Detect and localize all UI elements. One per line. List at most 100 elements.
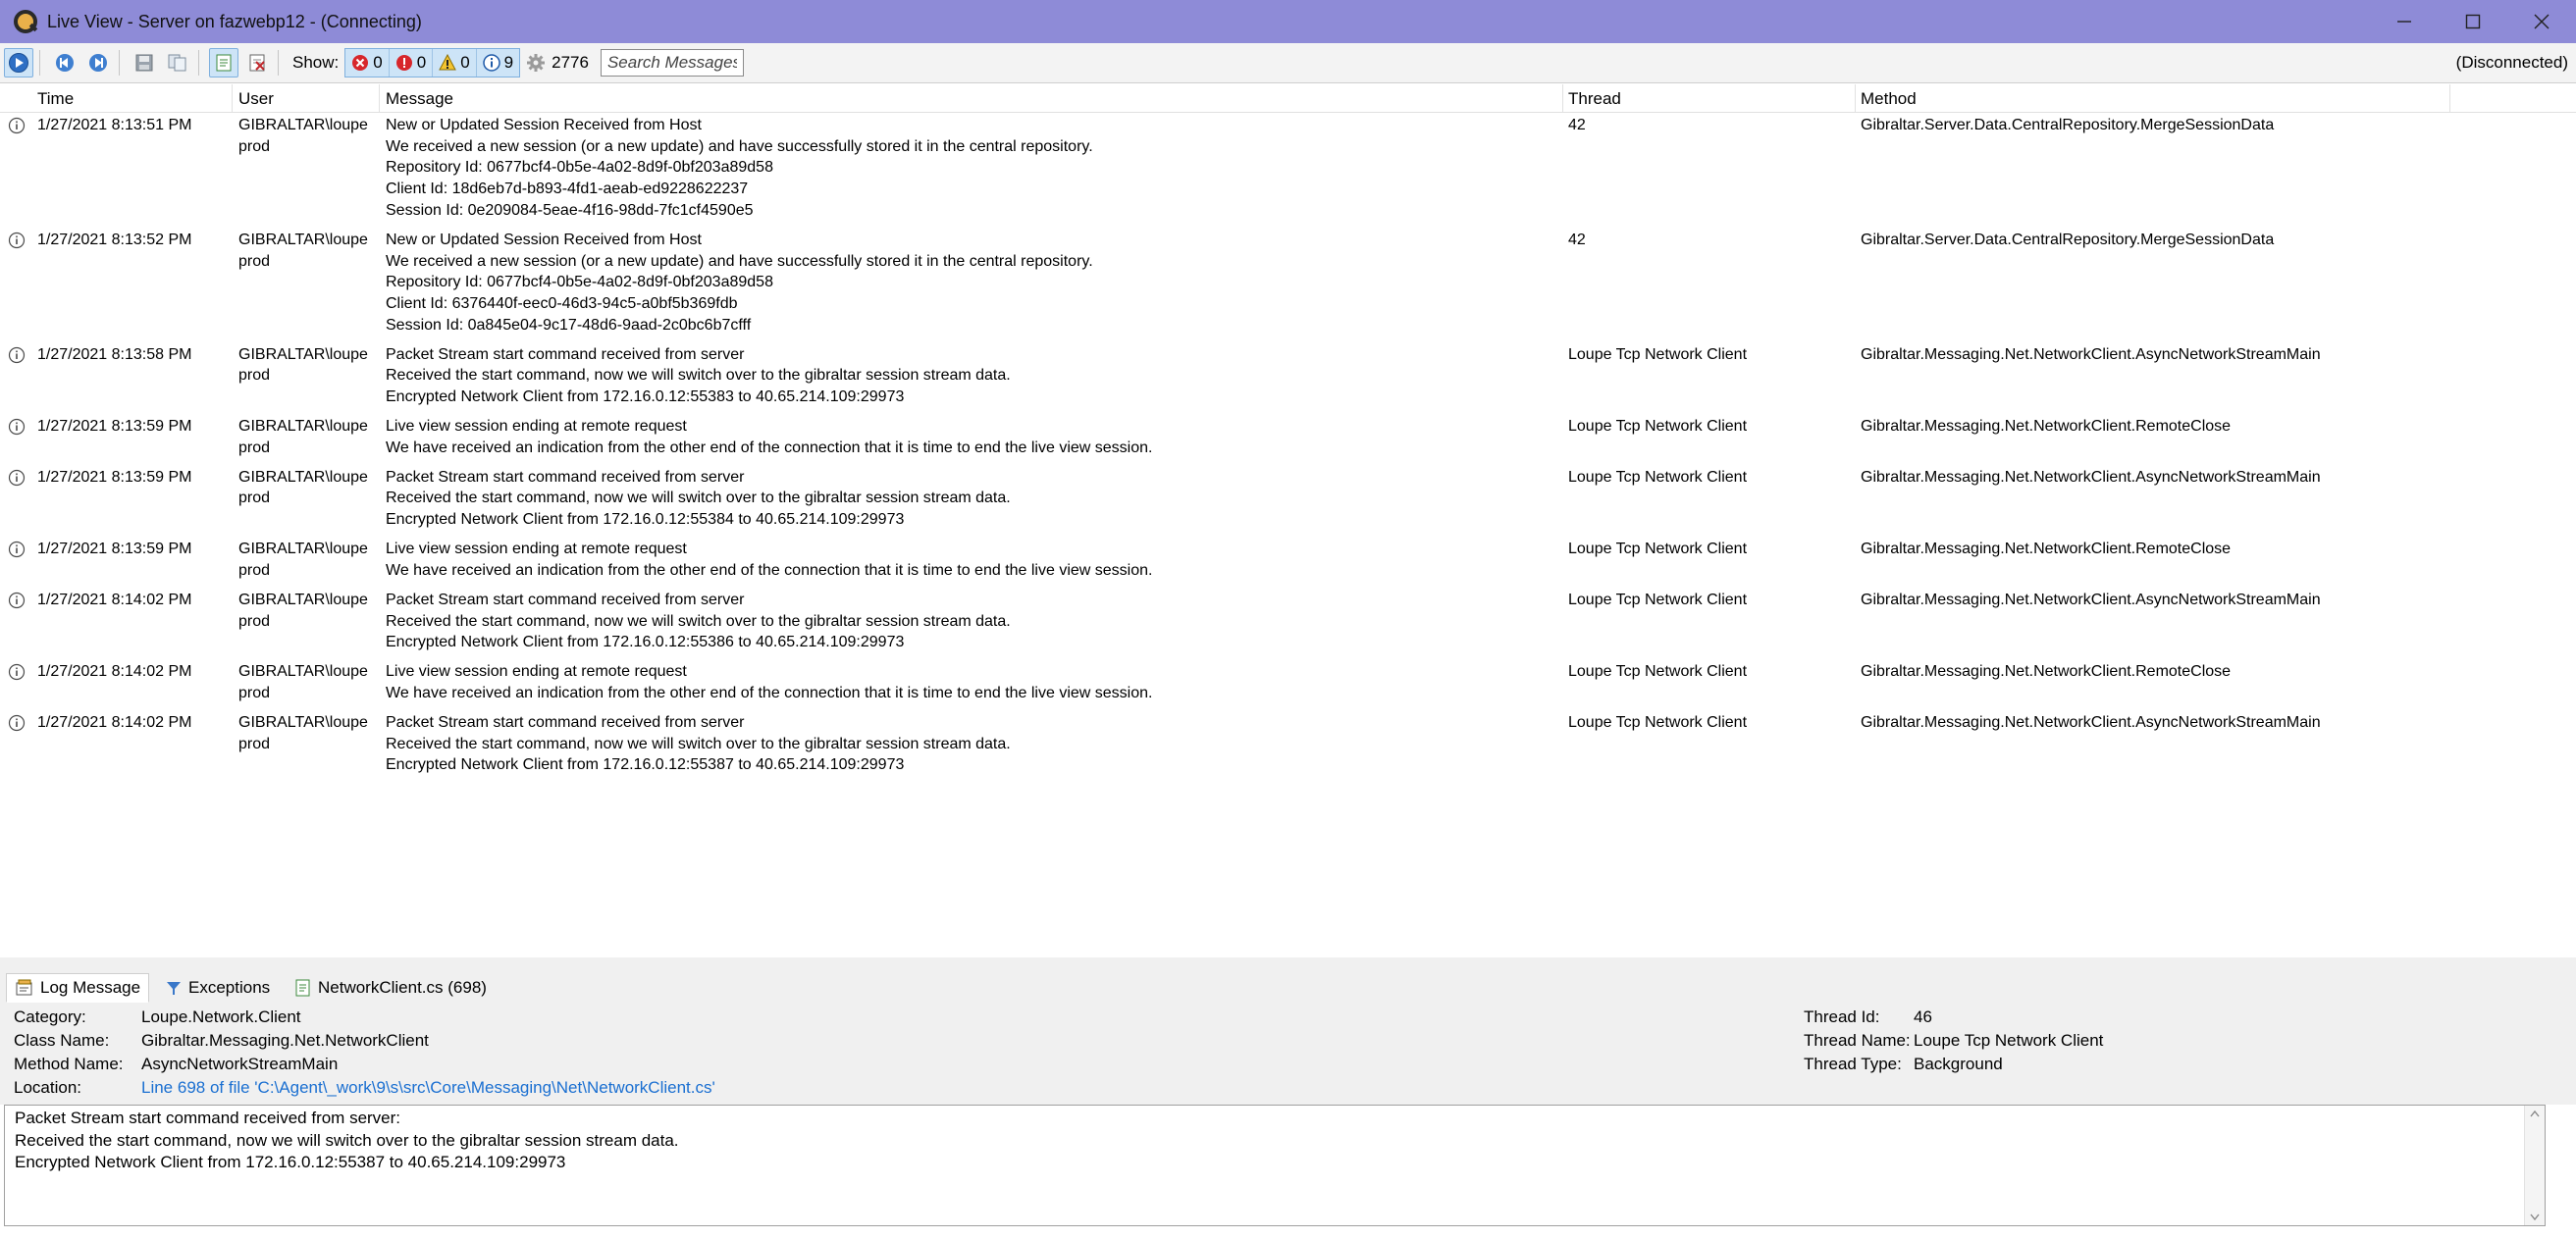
cell-method: Gibraltar.Server.Data.CentralRepository.… xyxy=(1861,231,2275,248)
skip-back-icon xyxy=(56,54,74,72)
cell-message-line: Session Id: 0a845e04-9c17-48d6-9aad-2c0b… xyxy=(386,316,752,334)
cell-time: 1/27/2021 8:14:02 PM xyxy=(37,591,192,608)
cell-message-line: Repository Id: 0677bcf4-0b5e-4a02-8d9f-0… xyxy=(386,159,773,177)
cell-user-line: prod xyxy=(238,137,271,155)
cell-thread: Loupe Tcp Network Client xyxy=(1568,591,1748,608)
info-filter-button[interactable]: 9 xyxy=(477,49,519,77)
thread-id-label: Thread Id: xyxy=(1804,1007,1880,1026)
tab-exceptions[interactable]: Exceptions xyxy=(157,973,278,1003)
warning-count: 0 xyxy=(460,53,470,72)
cell-user-line: GIBRALTAR\loupe xyxy=(238,345,368,363)
cell-user: GIBRALTAR\loupe prod xyxy=(238,590,368,632)
cell-user: GIBRALTAR\loupe prod xyxy=(238,115,368,157)
table-row[interactable]: 1/27/2021 8:14:02 PM GIBRALTAR\loupe prod P… xyxy=(0,590,2576,653)
tab-source-file[interactable]: NetworkClient.cs (698) xyxy=(287,973,495,1003)
table-row[interactable]: 1/27/2021 8:14:02 PM GIBRALTAR\loupe prod P… xyxy=(0,712,2576,776)
table-row[interactable]: 1/27/2021 8:13:52 PM GIBRALTAR\loupe prod N… xyxy=(0,230,2576,336)
cell-message: Live view session ending at remote reque… xyxy=(386,661,1152,703)
method-name-value: AsyncNetworkStreamMain xyxy=(141,1055,339,1073)
cell-time: 1/27/2021 8:13:52 PM xyxy=(37,231,192,248)
search-input[interactable] xyxy=(600,49,744,77)
cell-user-line: GIBRALTAR\loupe xyxy=(238,541,368,558)
maximize-icon xyxy=(2465,14,2481,29)
column-header-thread[interactable]: Thread xyxy=(1568,89,1621,109)
show-details-button[interactable] xyxy=(209,48,238,77)
tab-log-message[interactable]: Log Message xyxy=(6,973,150,1003)
table-row[interactable]: 1/27/2021 8:13:59 PM GIBRALTAR\loupe prod L… xyxy=(0,416,2576,458)
thread-id-value: 46 xyxy=(1914,1007,1932,1026)
critical-icon xyxy=(395,55,412,71)
cell-user-line: GIBRALTAR\loupe xyxy=(238,591,368,608)
cell-message-line: We received a new session (or a new upda… xyxy=(386,137,1093,155)
message-text-box[interactable]: Packet Stream start command received fro… xyxy=(4,1105,2546,1226)
message-text-line: Received the start command, now we will … xyxy=(15,1130,679,1150)
tab-exceptions-label: Exceptions xyxy=(188,978,271,997)
clear-button[interactable] xyxy=(242,48,272,77)
pane-splitter[interactable] xyxy=(0,957,2576,969)
cell-message-line: New or Updated Session Received from Hos… xyxy=(386,117,702,133)
cell-time: 1/27/2021 8:13:58 PM xyxy=(37,345,192,363)
critical-filter-button[interactable]: 0 xyxy=(390,49,434,77)
save-button[interactable] xyxy=(130,48,159,77)
cell-message-line: New or Updated Session Received from Hos… xyxy=(386,231,702,248)
error-filter-button[interactable]: 0 xyxy=(345,49,390,77)
cell-time: 1/27/2021 8:13:51 PM xyxy=(37,117,192,133)
cell-message-line: Encrypted Network Client from 172.16.0.1… xyxy=(386,511,905,529)
detail-tabs: Log Message Exceptions NetworkClient.cs … xyxy=(0,969,2576,1004)
copy-button[interactable] xyxy=(163,48,192,77)
cell-time: 1/27/2021 8:14:02 PM xyxy=(37,713,192,731)
cell-user-line: GIBRALTAR\loupe xyxy=(238,663,368,681)
play-icon xyxy=(9,53,28,73)
info-icon xyxy=(8,418,26,436)
previous-button[interactable] xyxy=(50,48,79,77)
cell-user-line: prod xyxy=(238,684,271,701)
minimize-icon xyxy=(2397,21,2411,23)
warning-filter-button[interactable]: 0 xyxy=(433,49,477,77)
maximize-button[interactable] xyxy=(2439,0,2507,43)
minimize-button[interactable] xyxy=(2370,0,2439,43)
cell-user-line: GIBRALTAR\loupe xyxy=(238,468,368,486)
table-row[interactable]: 1/27/2021 8:13:59 PM GIBRALTAR\loupe prod P… xyxy=(0,467,2576,531)
cell-thread: Loupe Tcp Network Client xyxy=(1568,468,1748,486)
source-file-icon xyxy=(295,979,310,997)
cell-message-line: Live view session ending at remote reque… xyxy=(386,418,687,435)
cell-time: 1/27/2021 8:13:59 PM xyxy=(37,541,192,558)
column-header-time[interactable]: Time xyxy=(37,89,74,109)
location-link[interactable]: Line 698 of file 'C:\Agent\_work\9\s\src… xyxy=(141,1078,715,1098)
thread-type-value: Background xyxy=(1914,1055,2003,1073)
close-icon xyxy=(2534,14,2550,29)
cell-user-line: prod xyxy=(238,561,271,579)
log-message-icon xyxy=(16,979,32,996)
cell-message-line: Received the start command, now we will … xyxy=(386,612,1011,630)
message-text-line: Packet Stream start command received fro… xyxy=(15,1109,401,1127)
window-title: Live View - Server on fazwebp12 - (Conne… xyxy=(47,11,422,31)
table-row[interactable]: 1/27/2021 8:14:02 PM GIBRALTAR\loupe prod L… xyxy=(0,661,2576,703)
close-button[interactable] xyxy=(2507,0,2576,43)
table-row[interactable]: 1/27/2021 8:13:51 PM GIBRALTAR\loupe prod N… xyxy=(0,115,2576,222)
column-header-method[interactable]: Method xyxy=(1861,89,1917,109)
cell-time: 1/27/2021 8:13:59 PM xyxy=(37,418,192,435)
info-icon xyxy=(482,54,500,72)
thread-name-value: Loupe Tcp Network Client xyxy=(1914,1031,2104,1050)
play-button[interactable] xyxy=(4,48,33,77)
cell-message: Packet Stream start command received fro… xyxy=(386,467,1011,531)
cell-message-line: Packet Stream start command received fro… xyxy=(386,345,745,363)
cell-message: Live view session ending at remote reque… xyxy=(386,539,1152,581)
next-button[interactable] xyxy=(83,48,113,77)
cell-message-line: Packet Stream start command received fro… xyxy=(386,468,745,486)
cell-user: GIBRALTAR\loupe prod xyxy=(238,416,368,458)
cell-method: Gibraltar.Messaging.Net.NetworkClient.Re… xyxy=(1861,418,2232,435)
cell-message-line: Live view session ending at remote reque… xyxy=(386,541,687,558)
severity-filters: 0 0 0 9 xyxy=(344,48,521,77)
column-header-message[interactable]: Message xyxy=(386,89,453,109)
cell-thread: 42 xyxy=(1568,117,1586,133)
message-scrollbar[interactable] xyxy=(2524,1106,2545,1225)
column-header-user[interactable]: User xyxy=(238,89,274,109)
cell-user-line: prod xyxy=(238,252,271,270)
table-row[interactable]: 1/27/2021 8:13:59 PM GIBRALTAR\loupe prod L… xyxy=(0,539,2576,581)
table-row[interactable]: 1/27/2021 8:13:58 PM GIBRALTAR\loupe prod P… xyxy=(0,344,2576,408)
info-icon xyxy=(8,232,26,248)
scroll-up-icon xyxy=(2530,1110,2540,1117)
info-icon xyxy=(8,541,26,558)
cell-method: Gibraltar.Messaging.Net.NetworkClient.As… xyxy=(1861,713,2321,731)
